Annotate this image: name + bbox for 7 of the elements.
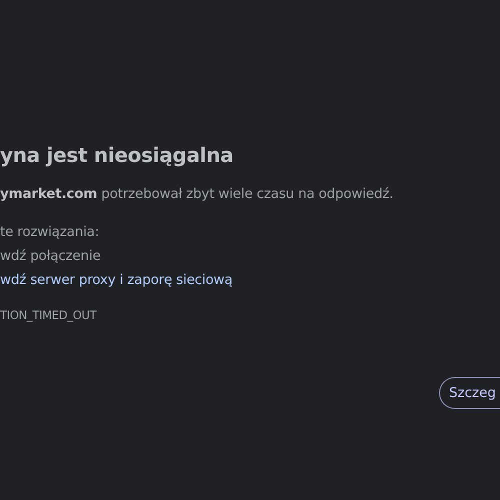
details-button[interactable]: Szczeg bbox=[438, 377, 500, 409]
suggestions-label: te rozwiązania: bbox=[0, 223, 100, 242]
error-heading: yna jest nieosiągalna bbox=[0, 142, 234, 169]
error-message: ymarket.com potrzebował zbyt wiele czasu na odpowiedź. bbox=[0, 185, 394, 204]
error-code: TION_TIMED_OUT bbox=[0, 307, 96, 323]
suggestion-text: wdź połączenie bbox=[0, 247, 101, 266]
suggestion-link[interactable]: wdź serwer proxy i zaporę sieciową bbox=[0, 272, 232, 288]
